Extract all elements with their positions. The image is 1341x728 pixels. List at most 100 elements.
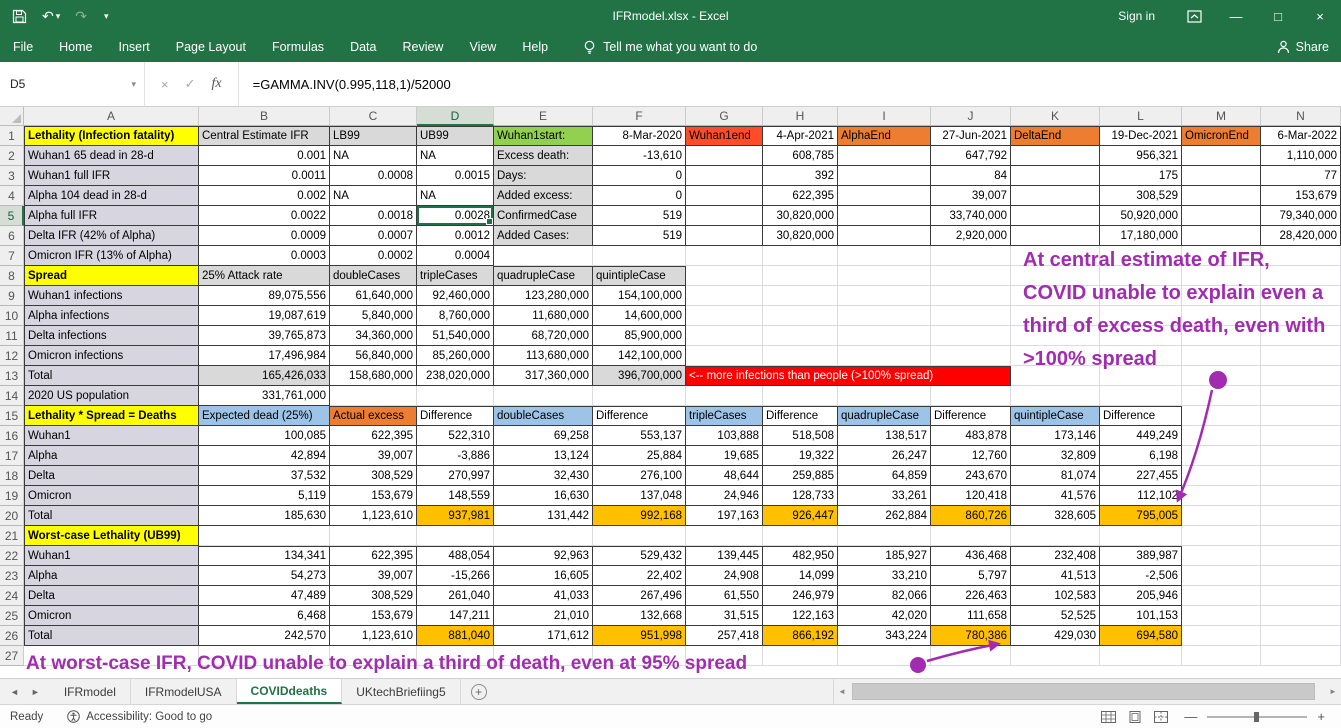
cell-J1[interactable]: 27-Jun-2021 (931, 126, 1011, 146)
cell-H8[interactable] (763, 266, 838, 286)
cell-N1[interactable]: 6-Mar-2022 (1261, 126, 1341, 146)
cell-E2[interactable]: Excess death: (494, 146, 593, 166)
cell-E8[interactable]: quadrupleCase (494, 266, 593, 286)
cell-K25[interactable]: 52,525 (1011, 606, 1100, 626)
scrollbar-track[interactable] (850, 679, 1325, 704)
cell-N27[interactable] (1261, 646, 1341, 666)
cell-L22[interactable]: 389,987 (1100, 546, 1182, 566)
cell-F6[interactable]: 519 (593, 226, 686, 246)
cell-F20[interactable]: 992,168 (593, 506, 686, 526)
column-header-I[interactable]: I (838, 107, 931, 126)
cell-N19[interactable] (1261, 486, 1341, 506)
cell-F1[interactable]: 8-Mar-2020 (593, 126, 686, 146)
cell-I14[interactable] (838, 386, 931, 406)
cell-D19[interactable]: 148,559 (417, 486, 494, 506)
cell-H7[interactable] (763, 246, 838, 266)
row-header-11[interactable]: 11 (0, 326, 24, 346)
cell-J22[interactable]: 436,468 (931, 546, 1011, 566)
cell-C6[interactable]: 0.0007 (330, 226, 417, 246)
cell-H23[interactable]: 14,099 (763, 566, 838, 586)
cell-D24[interactable]: 261,040 (417, 586, 494, 606)
cell-C5[interactable]: 0.0018 (330, 206, 417, 226)
row-header-23[interactable]: 23 (0, 566, 24, 586)
column-header-D[interactable]: D (417, 107, 494, 126)
cell-F16[interactable]: 553,137 (593, 426, 686, 446)
cell-J14[interactable] (931, 386, 1011, 406)
cell-B3[interactable]: 0.0011 (199, 166, 330, 186)
redo-button[interactable]: ↷ (75, 9, 87, 23)
cell-A22[interactable]: Wuhan1 (24, 546, 199, 566)
cell-A5[interactable]: Alpha full IFR (24, 206, 199, 226)
cell-B12[interactable]: 17,496,984 (199, 346, 330, 366)
cell-H21[interactable] (763, 526, 838, 546)
cell-E14[interactable] (494, 386, 593, 406)
cancel-button[interactable]: × (161, 77, 169, 92)
cell-M21[interactable] (1182, 526, 1261, 546)
cell-E16[interactable]: 69,258 (494, 426, 593, 446)
cell-H2[interactable]: 608,785 (763, 146, 838, 166)
cell-D14[interactable] (417, 386, 494, 406)
cell-H10[interactable] (763, 306, 838, 326)
cell-G19[interactable]: 24,946 (686, 486, 763, 506)
cell-D9[interactable]: 92,460,000 (417, 286, 494, 306)
row-header-14[interactable]: 14 (0, 386, 24, 406)
cell-F8[interactable]: quintipleCase (593, 266, 686, 286)
ribbon-tab-view[interactable]: View (456, 32, 509, 62)
cell-J15[interactable]: Difference (931, 406, 1011, 426)
scrollbar-thumb[interactable] (852, 683, 1315, 700)
cell-F25[interactable]: 132,668 (593, 606, 686, 626)
cell-E19[interactable]: 16,630 (494, 486, 593, 506)
row-header-4[interactable]: 4 (0, 186, 24, 206)
cell-D26[interactable]: 881,040 (417, 626, 494, 646)
cell-G18[interactable]: 48,644 (686, 466, 763, 486)
cell-D23[interactable]: -15,266 (417, 566, 494, 586)
cell-E9[interactable]: 123,280,000 (494, 286, 593, 306)
cell-B25[interactable]: 6,468 (199, 606, 330, 626)
cell-A7[interactable]: Omicron IFR (13% of Alpha) (24, 246, 199, 266)
ribbon-tab-data[interactable]: Data (337, 32, 389, 62)
cell-D25[interactable]: 147,211 (417, 606, 494, 626)
cell-M15[interactable] (1182, 406, 1261, 426)
cell-M26[interactable] (1182, 626, 1261, 646)
cell-G15[interactable]: tripleCases (686, 406, 763, 426)
row-header-12[interactable]: 12 (0, 346, 24, 366)
row-header-17[interactable]: 17 (0, 446, 24, 466)
cell-A4[interactable]: Alpha 104 dead in 28-d (24, 186, 199, 206)
zoom-out-button[interactable]: — (1184, 709, 1197, 724)
row-header-5[interactable]: 5 (0, 206, 24, 226)
cell-A20[interactable]: Total (24, 506, 199, 526)
cell-G8[interactable] (686, 266, 763, 286)
cell-F5[interactable]: 519 (593, 206, 686, 226)
cell-A2[interactable]: Wuhan1 65 dead in 28-d (24, 146, 199, 166)
cell-C9[interactable]: 61,640,000 (330, 286, 417, 306)
cell-F23[interactable]: 22,402 (593, 566, 686, 586)
scroll-left-icon[interactable]: ◄ (834, 687, 850, 696)
cell-G1[interactable]: Wuhan1end (686, 126, 763, 146)
column-header-N[interactable]: N (1261, 107, 1341, 126)
cell-D3[interactable]: 0.0015 (417, 166, 494, 186)
cell-F12[interactable]: 142,100,000 (593, 346, 686, 366)
cell-C22[interactable]: 622,395 (330, 546, 417, 566)
cell-C26[interactable]: 1,123,610 (330, 626, 417, 646)
cell-C20[interactable]: 1,123,610 (330, 506, 417, 526)
cell-K17[interactable]: 32,809 (1011, 446, 1100, 466)
cell-G4[interactable] (686, 186, 763, 206)
cell-D5[interactable]: 0.0028 (417, 206, 494, 226)
cell-N20[interactable] (1261, 506, 1341, 526)
cell-J12[interactable] (931, 346, 1011, 366)
cell-H18[interactable]: 259,885 (763, 466, 838, 486)
ribbon-tab-file[interactable]: File (0, 32, 46, 62)
cell-A24[interactable]: Delta (24, 586, 199, 606)
column-header-G[interactable]: G (686, 107, 763, 126)
cell-G12[interactable] (686, 346, 763, 366)
cell-K23[interactable]: 41,513 (1011, 566, 1100, 586)
row-header-8[interactable]: 8 (0, 266, 24, 286)
cell-D6[interactable]: 0.0012 (417, 226, 494, 246)
cell-E13[interactable]: 317,360,000 (494, 366, 593, 386)
cell-J11[interactable] (931, 326, 1011, 346)
ribbon-tab-help[interactable]: Help (509, 32, 561, 62)
row-header-10[interactable]: 10 (0, 306, 24, 326)
cell-D13[interactable]: 238,020,000 (417, 366, 494, 386)
cell-F2[interactable]: -13,610 (593, 146, 686, 166)
ribbon-tab-formulas[interactable]: Formulas (259, 32, 337, 62)
